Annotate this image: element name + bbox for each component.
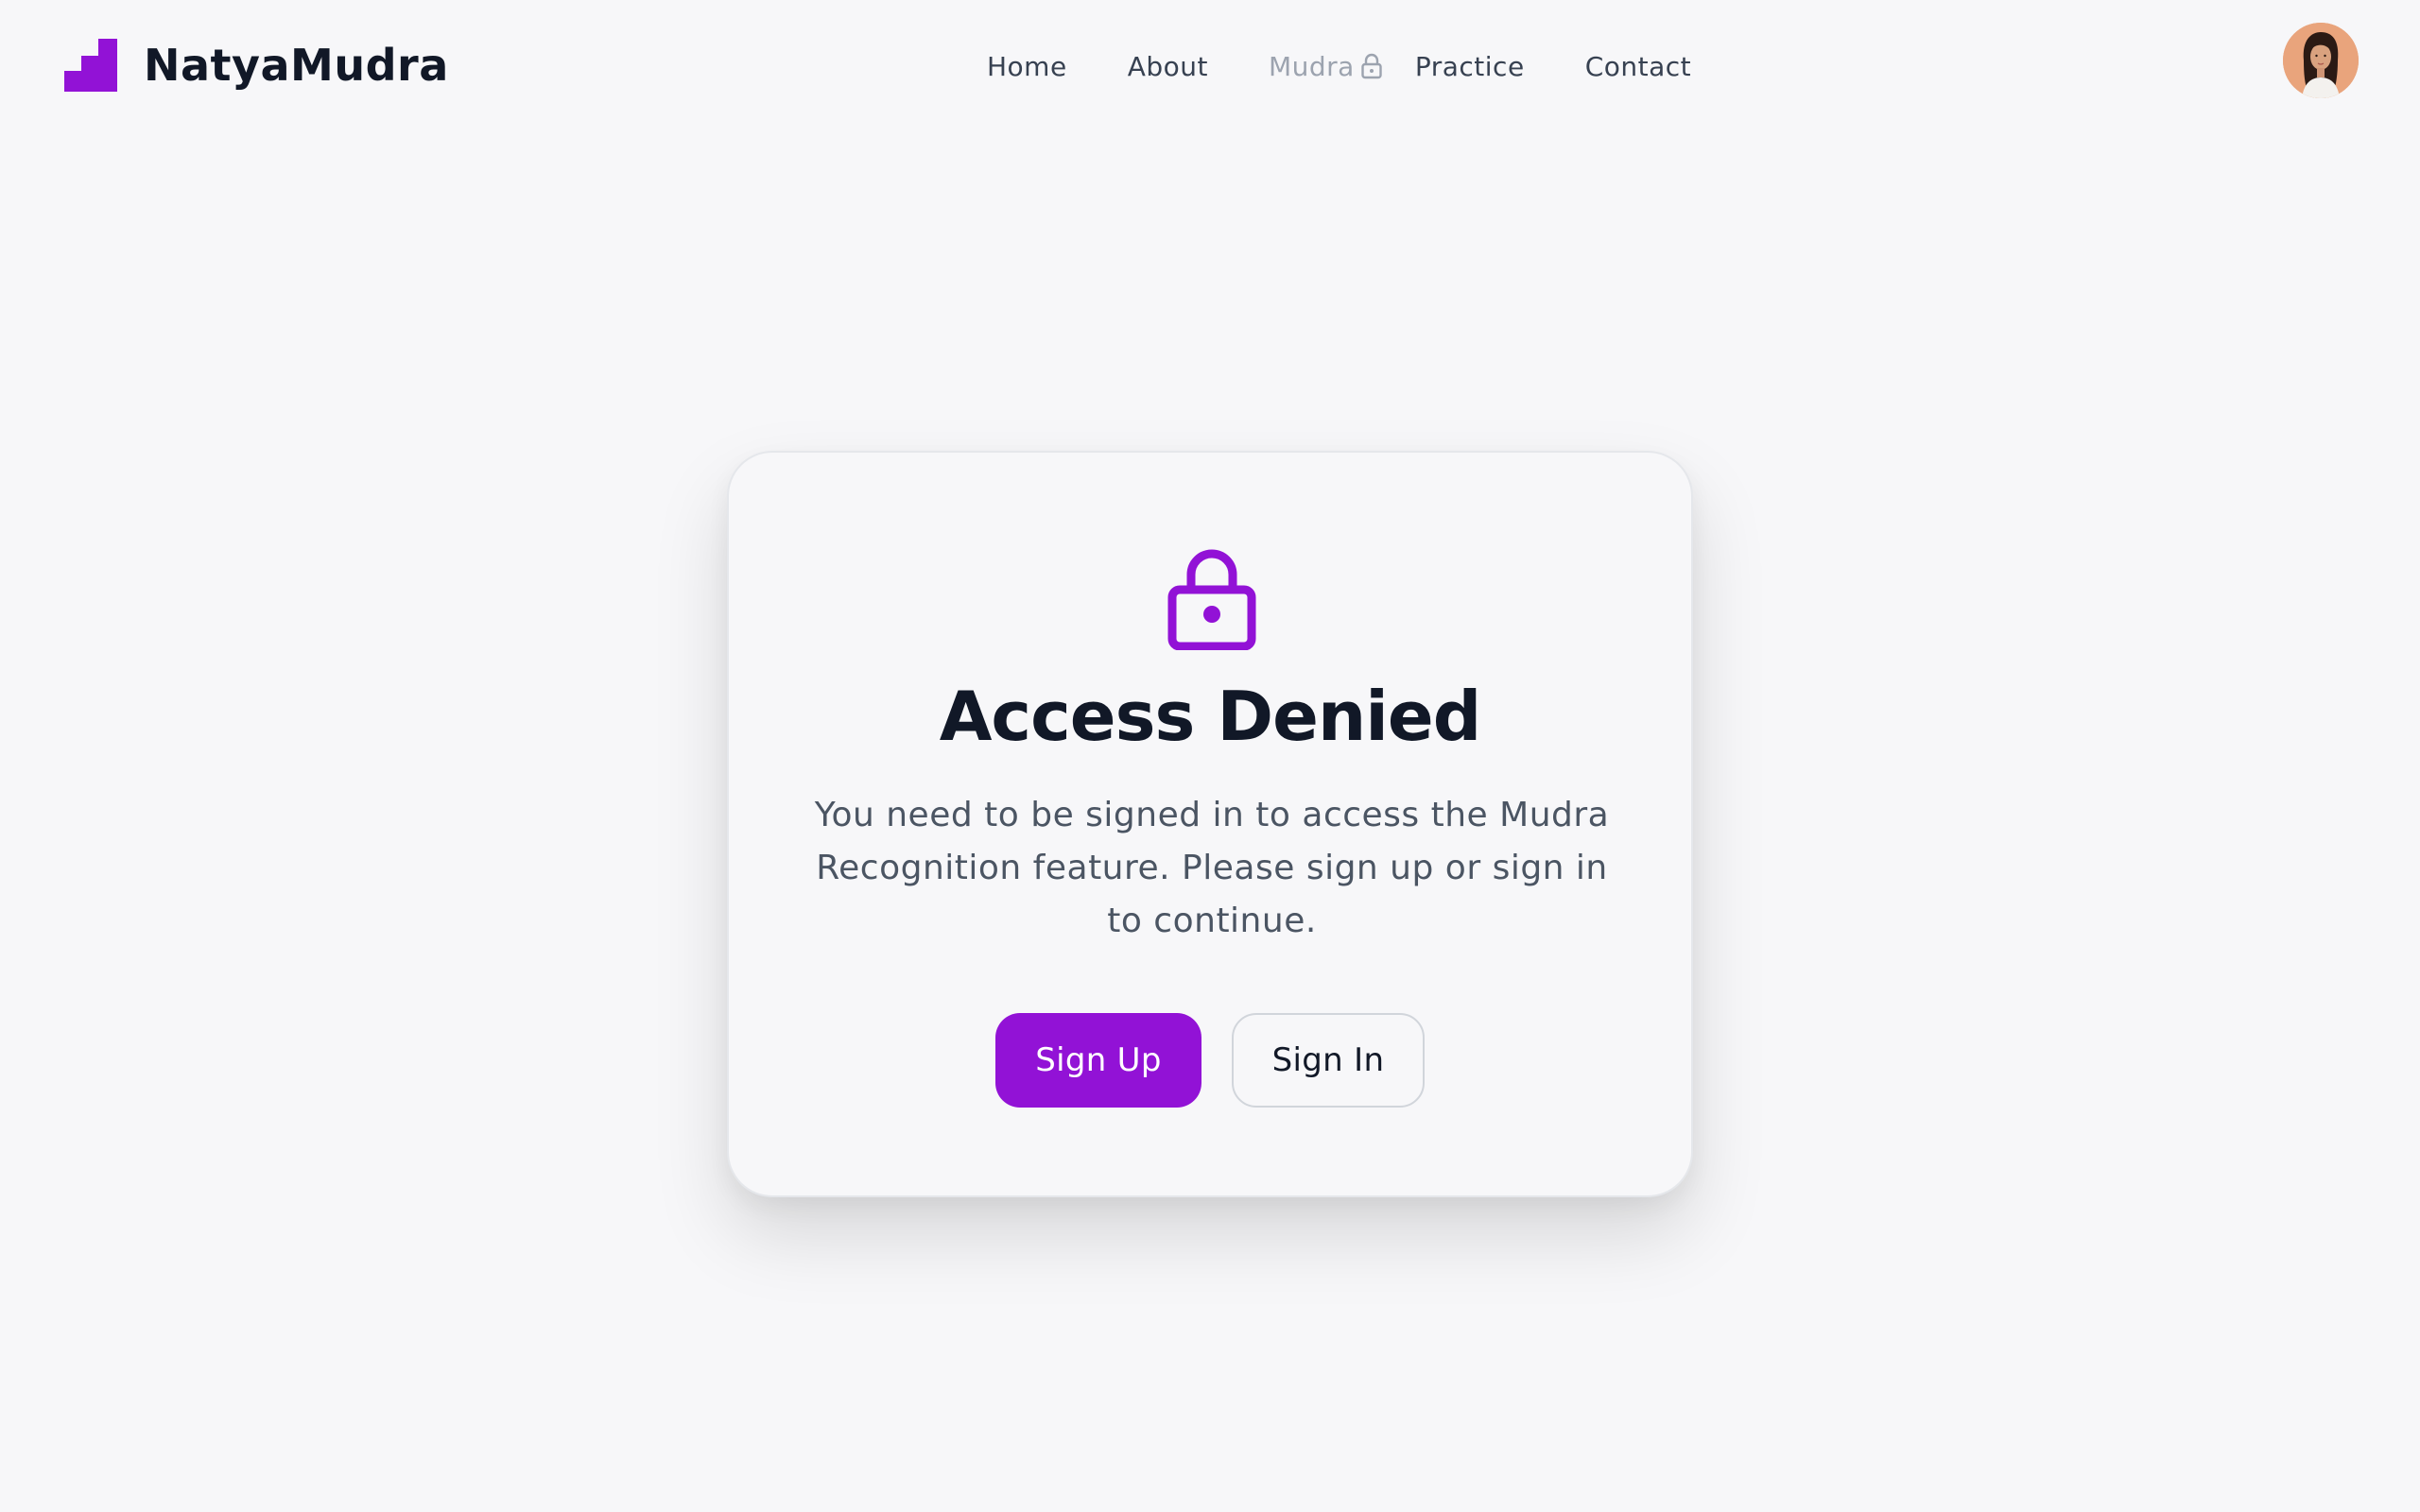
sign-up-button[interactable]: Sign Up — [995, 1013, 1201, 1108]
small-lock-icon — [1361, 53, 1382, 79]
logo-icon — [64, 39, 117, 92]
lock-icon — [1167, 549, 1256, 650]
auth-buttons: Sign Up Sign In — [729, 1013, 1691, 1108]
brand-name: NatyaMudra — [144, 40, 449, 91]
top-navbar: NatyaMudra Home About Mudra Practice Con… — [0, 0, 2420, 132]
nav-contact[interactable]: Contact — [1585, 51, 1691, 82]
access-denied-message: You need to be signed in to access the M… — [814, 796, 1610, 940]
nav-mudra[interactable]: Mudra — [1269, 51, 1383, 82]
nav-home[interactable]: Home — [987, 51, 1067, 82]
brand-logo-link[interactable]: NatyaMudra — [64, 36, 449, 94]
nav-about[interactable]: About — [1128, 51, 1208, 82]
nav-mudra-label: Mudra — [1268, 50, 1355, 82]
sign-in-button[interactable]: Sign In — [1232, 1013, 1425, 1108]
main-nav: Home About Mudra Practice Contact — [987, 42, 1691, 91]
nav-practice[interactable]: Practice — [1415, 51, 1525, 82]
user-avatar[interactable] — [2283, 23, 2359, 98]
avatar-photo-icon — [2283, 23, 2359, 98]
access-denied-card: Access Denied You need to be signed in t… — [727, 451, 1693, 1197]
access-denied-title: Access Denied — [939, 677, 1482, 756]
